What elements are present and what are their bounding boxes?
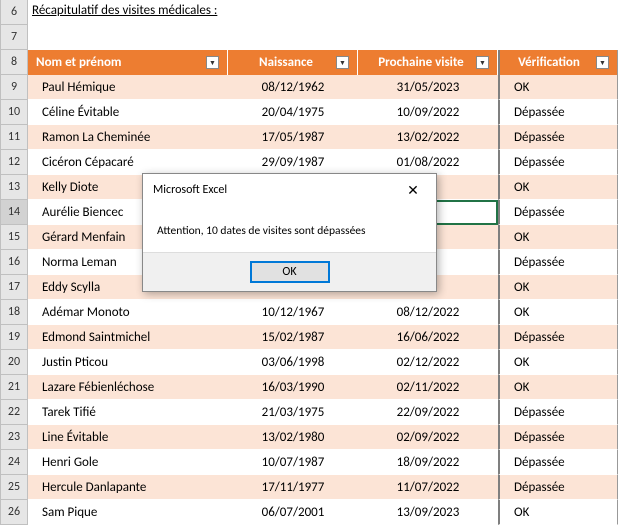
dialog-message: Attention, 10 dates de visites sont dépa… xyxy=(143,206,436,252)
row-header[interactable]: 15 xyxy=(0,225,28,250)
row-header[interactable]: 6 xyxy=(0,0,28,25)
column-header-verif[interactable]: Vérification ▼ xyxy=(498,50,618,75)
cell-verif[interactable]: Dépassée xyxy=(498,400,618,425)
cell-birth[interactable]: 03/06/1998 xyxy=(228,350,358,375)
cell-verif[interactable]: OK xyxy=(498,375,618,400)
cell-birth[interactable]: 21/03/1975 xyxy=(228,400,358,425)
cell-name[interactable]: Edmond Saintmichel xyxy=(28,325,228,350)
alert-dialog: Microsoft Excel ✕ Attention, 10 dates de… xyxy=(142,173,437,292)
cell-name[interactable]: Paul Hémique xyxy=(28,75,228,100)
cell-birth[interactable]: 13/02/1980 xyxy=(228,425,358,450)
cell-name[interactable]: Justin Pticou xyxy=(28,350,228,375)
cell-verif[interactable]: OK xyxy=(498,350,618,375)
cell-verif[interactable]: Dépassée xyxy=(498,100,618,125)
row-header[interactable]: 11 xyxy=(0,125,28,150)
column-header-next[interactable]: Prochaine visite▼ xyxy=(358,50,498,75)
row-header[interactable]: 26 xyxy=(0,500,28,525)
cell-next[interactable]: 31/05/2023 xyxy=(358,75,498,100)
cell-name[interactable]: Adémar Monoto xyxy=(28,300,228,325)
row-header[interactable]: 13 xyxy=(0,175,28,200)
cell-next[interactable]: 16/06/2022 xyxy=(358,325,498,350)
cell-verif[interactable]: Dépassée xyxy=(498,250,618,275)
cell-birth[interactable]: 06/07/2001 xyxy=(228,500,358,525)
row-header[interactable]: 16 xyxy=(0,250,28,275)
filter-dropdown-icon[interactable]: ▼ xyxy=(476,56,489,69)
cell-next[interactable]: 22/09/2022 xyxy=(358,400,498,425)
cell-birth[interactable]: 20/04/1975 xyxy=(228,100,358,125)
row-header[interactable]: 7 xyxy=(0,25,28,50)
cell-next[interactable]: 02/11/2022 xyxy=(358,375,498,400)
cell-name[interactable]: Cicéron Cépacaré xyxy=(28,150,228,175)
cell-next[interactable]: 13/09/2023 xyxy=(358,500,498,525)
row-header[interactable]: 17 xyxy=(0,275,28,300)
cell-verif[interactable]: OK xyxy=(498,75,618,100)
cell-next[interactable]: 02/12/2022 xyxy=(358,350,498,375)
dialog-title: Microsoft Excel xyxy=(153,183,227,197)
row-header[interactable]: 19 xyxy=(0,325,28,350)
row-header[interactable]: 14 xyxy=(0,200,28,225)
cell-birth[interactable]: 17/05/1987 xyxy=(228,125,358,150)
sheet-title: Récapitulatif des visites médicales : xyxy=(28,0,618,25)
row-header[interactable]: 18 xyxy=(0,300,28,325)
cell-next[interactable]: 02/09/2022 xyxy=(358,425,498,450)
cell-name[interactable]: Line Évitable xyxy=(28,425,228,450)
row-header[interactable]: 23 xyxy=(0,425,28,450)
cell-next[interactable]: 18/09/2022 xyxy=(358,450,498,475)
row-header[interactable]: 12 xyxy=(0,150,28,175)
row-header[interactable]: 9 xyxy=(0,75,28,100)
row-header[interactable]: 20 xyxy=(0,350,28,375)
row-header[interactable]: 24 xyxy=(0,450,28,475)
cell-name[interactable]: Ramon La Cheminée xyxy=(28,125,228,150)
row-header[interactable]: 10 xyxy=(0,100,28,125)
cell-next[interactable]: 01/08/2022 xyxy=(358,150,498,175)
row-header[interactable]: 8 xyxy=(0,50,28,75)
cell-verif[interactable]: OK xyxy=(498,175,618,200)
cell-name[interactable]: Tarek Tifié xyxy=(28,400,228,425)
cell-verif[interactable]: Dépassée xyxy=(498,125,618,150)
cell-verif[interactable]: Dépassée xyxy=(498,200,618,225)
dialog-titlebar[interactable]: Microsoft Excel ✕ xyxy=(143,174,436,206)
cell-name[interactable]: Sam Pique xyxy=(28,500,228,525)
column-label: Prochaine visite xyxy=(366,55,476,70)
column-label: Nom et prénom xyxy=(36,55,206,70)
cell-verif[interactable]: OK xyxy=(498,275,618,300)
cell-verif[interactable]: Dépassée xyxy=(498,450,618,475)
column-label: Vérification xyxy=(508,55,590,70)
cell-birth[interactable]: 10/12/1967 xyxy=(228,300,358,325)
row-header[interactable]: 22 xyxy=(0,400,28,425)
cell-verif[interactable]: Dépassée xyxy=(498,425,618,450)
cell-name[interactable]: Hercule Danlapante xyxy=(28,475,228,500)
cell-next[interactable]: 13/02/2022 xyxy=(358,125,498,150)
cell-birth[interactable]: 10/07/1987 xyxy=(228,450,358,475)
column-header-birth[interactable]: Naissance▼ xyxy=(228,50,358,75)
cell-birth[interactable]: 15/02/1987 xyxy=(228,325,358,350)
close-icon[interactable]: ✕ xyxy=(398,180,428,200)
cell-birth[interactable]: 16/03/1990 xyxy=(228,375,358,400)
cell-birth[interactable]: 08/12/1962 xyxy=(228,75,358,100)
blank-row xyxy=(28,25,618,50)
cell-next[interactable]: 08/12/2022 xyxy=(358,300,498,325)
column-header-name[interactable]: Nom et prénom▼ xyxy=(28,50,228,75)
dialog-footer: OK xyxy=(143,252,436,291)
cell-next[interactable]: 11/07/2022 xyxy=(358,475,498,500)
filter-dropdown-icon[interactable]: ▼ xyxy=(336,56,349,69)
cell-name[interactable]: Henri Gole xyxy=(28,450,228,475)
cell-name[interactable]: Céline Évitable xyxy=(28,100,228,125)
cell-verif[interactable]: OK xyxy=(498,500,618,525)
cell-verif[interactable]: Dépassée xyxy=(498,475,618,500)
column-label: Naissance xyxy=(236,55,336,70)
filter-dropdown-icon[interactable]: ▼ xyxy=(206,56,219,69)
cell-verif[interactable]: Dépassée xyxy=(498,325,618,350)
cell-name[interactable]: Lazare Fébienléchose xyxy=(28,375,228,400)
ok-button[interactable]: OK xyxy=(250,261,330,283)
filter-dropdown-icon[interactable]: ▼ xyxy=(596,56,609,69)
cell-verif[interactable]: OK xyxy=(498,225,618,250)
cell-verif[interactable]: OK xyxy=(498,300,618,325)
cell-birth[interactable]: 29/09/1987 xyxy=(228,150,358,175)
cell-birth[interactable]: 17/11/1977 xyxy=(228,475,358,500)
cell-next[interactable]: 10/09/2022 xyxy=(358,100,498,125)
row-header[interactable]: 21 xyxy=(0,375,28,400)
cell-verif[interactable]: Dépassée xyxy=(498,150,618,175)
row-header[interactable]: 25 xyxy=(0,475,28,500)
